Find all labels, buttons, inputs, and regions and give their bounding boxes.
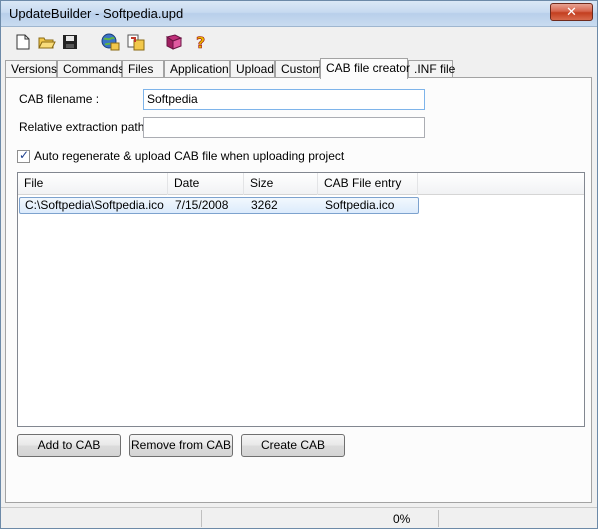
tab-upload[interactable]: Upload [230,60,275,78]
status-divider [201,510,202,527]
column-header-file[interactable]: File [18,173,168,195]
column-header-size[interactable]: Size [244,173,318,195]
cab-filename-label: CAB filename : [19,92,100,106]
row-date: 7/15/2008 [175,198,229,212]
status-bar: 0% [1,507,597,528]
auto-regen-option[interactable]: Auto regenerate & upload CAB file when u… [17,148,344,164]
new-file-icon [16,34,30,50]
list-header: File Date Size CAB File entry [18,173,584,195]
tab-commands[interactable]: Commands [57,60,124,78]
row-entry: Softpedia.ico [325,198,395,212]
window-title: UpdateBuilder - Softpedia.upd [9,6,184,21]
svg-text:?: ? [196,33,205,51]
app-window: UpdateBuilder - Softpedia.upd ✕ ? Versio… [0,0,598,529]
upload-button[interactable] [126,32,146,52]
cab-file-list[interactable]: File Date Size CAB File entry C:\Softped… [17,172,585,427]
create-cab-button[interactable]: Create CAB [241,434,345,457]
cab-filename-input[interactable]: Softpedia [143,89,425,110]
tab-versions[interactable]: Versions [5,60,57,78]
tab-inf-file[interactable]: .INF file [408,60,455,78]
save-icon [63,35,77,49]
help-icon: ? [196,33,206,51]
auto-regen-label: Auto regenerate & upload CAB file when u… [34,149,345,163]
row-file: C:\Softpedia\Softpedia.ico [25,198,164,212]
build-button[interactable] [100,32,120,52]
open-button[interactable] [37,32,57,52]
cab-creator-panel: CAB filename : Softpedia Relative extrac… [5,77,592,503]
tab-custom[interactable]: Custom [275,60,322,78]
open-folder-icon [38,37,56,49]
close-button[interactable]: ✕ [550,3,593,21]
upload-icon [127,34,145,51]
title-bar[interactable]: UpdateBuilder - Softpedia.upd ✕ [1,1,597,27]
build-globe-icon [101,33,120,51]
progress-text: 0% [393,512,411,526]
column-header-date[interactable]: Date [168,173,244,195]
row-size: 3262 [251,198,278,212]
save-button[interactable] [60,32,80,52]
column-header-cab-entry[interactable]: CAB File entry [318,173,418,195]
table-row[interactable]: C:\Softpedia\Softpedia.ico 7/15/2008 326… [19,197,419,214]
help-book-button[interactable] [164,32,184,52]
extraction-path-input[interactable] [143,117,425,138]
toolbar: ? [1,28,597,56]
tab-files[interactable]: Files [122,60,164,78]
new-file-button[interactable] [13,32,33,52]
auto-regen-checkbox[interactable] [17,148,30,163]
close-icon: ✕ [566,4,577,19]
tab-application[interactable]: Application [164,60,230,78]
about-button[interactable]: ? [191,32,211,52]
tab-cab-file-creator[interactable]: CAB file creator [320,58,410,79]
remove-from-cab-button[interactable]: Remove from CAB [129,434,233,457]
status-divider [438,510,439,527]
book-icon [165,34,183,50]
extraction-path-label: Relative extraction path : [19,120,152,134]
add-to-cab-button[interactable]: Add to CAB [17,434,121,457]
